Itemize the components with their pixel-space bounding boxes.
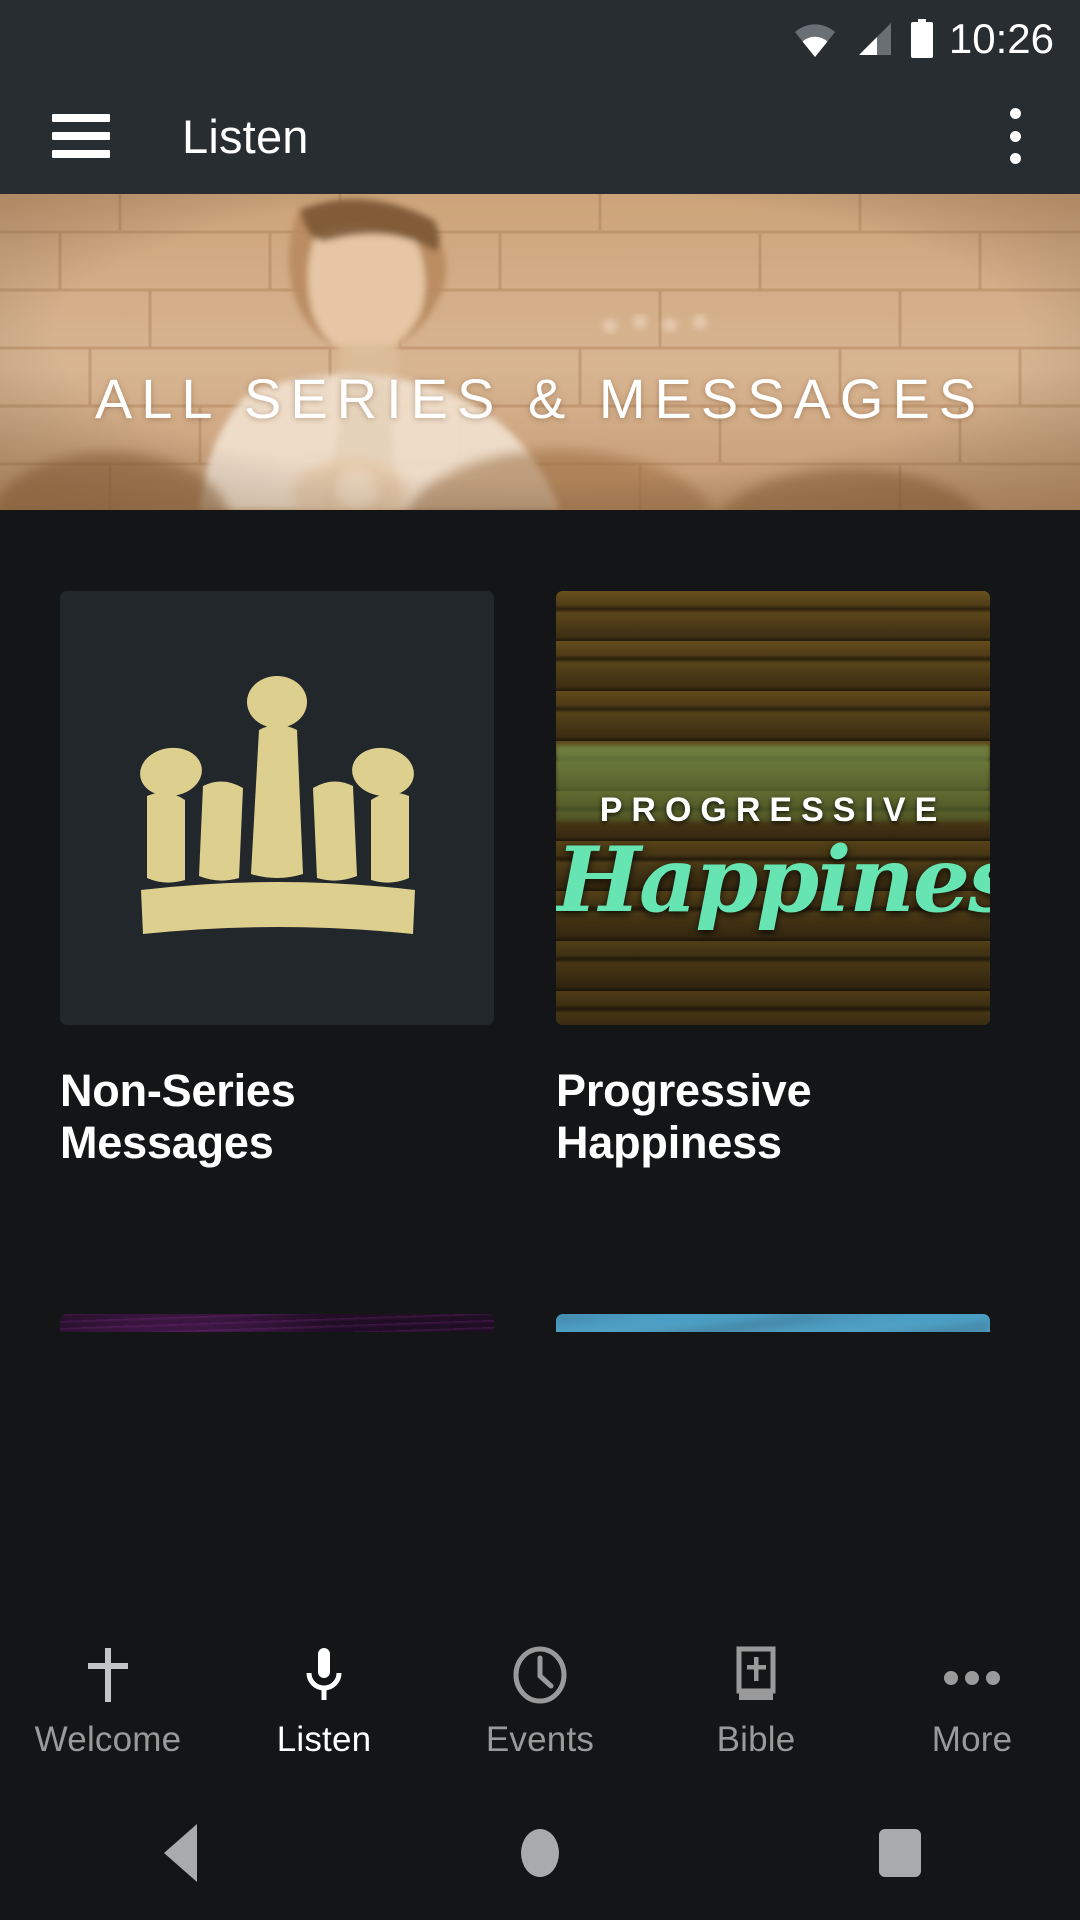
series-title-line2: Messages <box>60 1117 274 1169</box>
artwork-title-top: PROGRESSIVE <box>599 791 947 829</box>
tab-label: Listen <box>276 1720 372 1759</box>
clock-icon <box>512 1646 568 1704</box>
hero-photo <box>0 194 1080 510</box>
series-card[interactable]: Non-Series Messages <box>60 591 494 1169</box>
more-dots-icon <box>941 1646 1003 1704</box>
status-bar: 10:26 <box>0 0 1080 78</box>
series-grid: Non-Series Messages PROGRESSIVE Happines… <box>0 510 1080 1332</box>
recents-square-icon <box>879 1829 921 1877</box>
back-button[interactable] <box>90 1786 270 1920</box>
back-triangle-icon <box>163 1824 197 1882</box>
tab-label: Welcome <box>34 1720 182 1759</box>
tab-label: Events <box>485 1720 595 1759</box>
crown-logo-icon <box>140 676 415 934</box>
hamburger-menu-icon[interactable] <box>52 114 110 158</box>
series-row-1: Non-Series Messages PROGRESSIVE Happines… <box>0 510 1080 1169</box>
battery-icon <box>910 19 933 58</box>
artwork-title-script: Happiness <box>556 827 990 933</box>
hero-title: ALL SERIES & MESSAGES <box>94 367 986 430</box>
series-thumbnail[interactable]: PROGRESSIVE Happiness <box>556 591 990 1025</box>
app-screen: 10:26 Listen ALL SERIES & MESSAGES Non-S… <box>0 0 1080 1920</box>
hope-artwork <box>60 1314 494 1332</box>
home-circle-icon <box>521 1829 559 1877</box>
android-navigation-bar <box>0 1786 1080 1920</box>
bottom-tab-bar: Welcome Listen Events Bible More <box>0 1620 1080 1786</box>
wifi-icon <box>794 24 835 57</box>
page-title: Listen <box>182 109 309 163</box>
bible-book-icon <box>732 1646 780 1704</box>
series-title: Progressive Happiness <box>556 1065 990 1169</box>
tab-more[interactable]: More <box>864 1646 1080 1760</box>
series-thumbnail[interactable] <box>60 591 494 1025</box>
tab-listen[interactable]: Listen <box>216 1646 432 1760</box>
home-button[interactable] <box>450 1786 630 1920</box>
series-card[interactable]: HOPE <box>60 1314 494 1332</box>
hospitality-artwork <box>556 1314 990 1332</box>
tab-welcome[interactable]: Welcome <box>0 1646 216 1760</box>
series-title-line1: Non-Series <box>60 1065 296 1116</box>
tab-bible[interactable]: Bible <box>648 1646 864 1760</box>
app-bar: Listen <box>0 78 1080 194</box>
series-title: Non-Series Messages <box>60 1065 494 1169</box>
series-title-line2: Happiness <box>556 1117 782 1169</box>
overflow-menu-icon[interactable] <box>992 108 1038 164</box>
status-time: 10:26 <box>948 15 1054 62</box>
cellular-signal-icon <box>858 23 891 55</box>
tab-events[interactable]: Events <box>432 1646 648 1760</box>
recents-button[interactable] <box>810 1786 990 1920</box>
tab-label: More <box>931 1720 1013 1759</box>
microphone-icon <box>301 1646 347 1704</box>
tab-label: Bible <box>716 1720 796 1759</box>
cross-icon <box>82 1646 134 1704</box>
series-card[interactable]: The Heart of Hospitality <box>556 1314 990 1332</box>
series-title-line1: Progressive <box>556 1065 812 1116</box>
series-row-2: HOPE The Heart of Hospitality <box>0 1169 1080 1332</box>
hero-banner[interactable]: ALL SERIES & MESSAGES <box>0 194 1080 510</box>
series-card[interactable]: PROGRESSIVE Happiness Progressive Happin… <box>556 591 990 1169</box>
series-thumbnail[interactable]: The Heart of Hospitality <box>556 1314 990 1332</box>
series-thumbnail[interactable]: HOPE <box>60 1314 494 1332</box>
